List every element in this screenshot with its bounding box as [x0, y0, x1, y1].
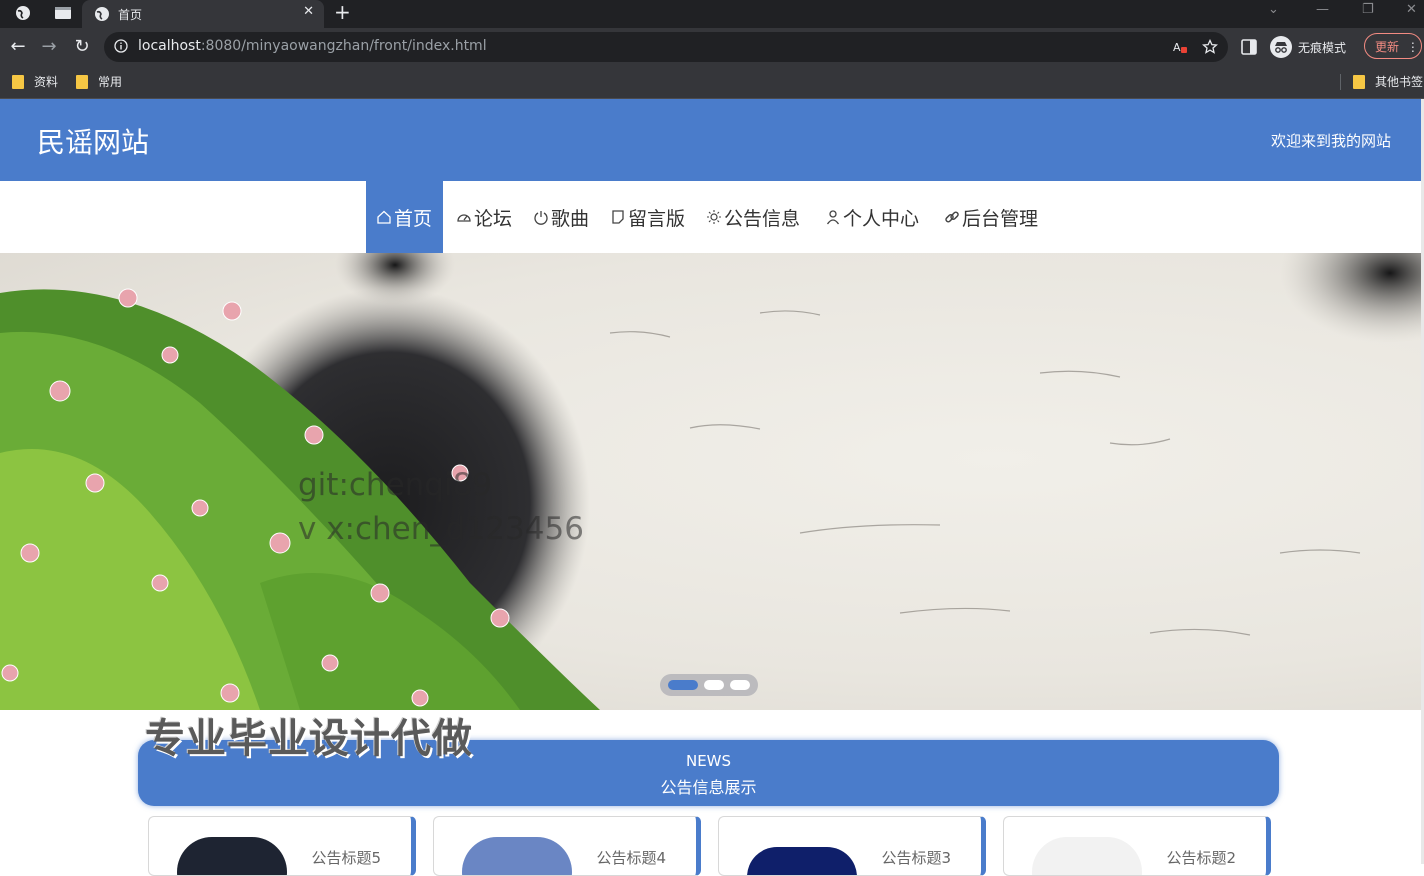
notice-card[interactable]: 公告标题2 — [1003, 816, 1271, 876]
nav-label: 留言版 — [628, 207, 686, 230]
nav-label: 后台管理 — [962, 207, 1039, 230]
back-arrow-icon[interactable]: ← — [7, 36, 29, 58]
bookmark-label: 资料 — [34, 75, 59, 89]
new-tab-plus-icon[interactable]: + — [334, 2, 351, 22]
home-icon — [377, 210, 391, 224]
info-icon[interactable] — [114, 39, 128, 53]
notice-card[interactable]: 公告标题5 — [148, 816, 416, 876]
other-bookmarks[interactable]: 其他书签 — [1353, 73, 1423, 90]
folder-icon — [12, 74, 24, 89]
folder-icon — [1353, 74, 1365, 89]
notice-title: 公告标题3 — [881, 849, 951, 867]
update-button[interactable]: 更新 ⋮ — [1364, 33, 1422, 59]
watermark-text: git:chenqi89 — [298, 467, 493, 503]
folder-icon — [76, 74, 88, 89]
nav-item-guestbook[interactable]: 留言版 — [610, 181, 685, 253]
sun-icon — [707, 210, 721, 224]
tab-search-icon[interactable] — [52, 3, 74, 23]
nav-item-notices[interactable]: 公告信息 — [706, 181, 800, 253]
notice-thumbnail — [747, 847, 857, 875]
window-close-icon[interactable]: ✕ — [1406, 2, 1417, 17]
site-header: 民谣网站 欢迎来到我的网站 — [0, 99, 1421, 181]
bookmark-label: 常用 — [98, 75, 123, 89]
nav-item-forum[interactable]: 论坛 — [456, 181, 512, 253]
side-panel-icon[interactable] — [1241, 39, 1257, 55]
notice-thumbnail — [1032, 837, 1142, 875]
incognito-icon — [1270, 36, 1292, 58]
bookmark-star-icon[interactable] — [1202, 39, 1218, 55]
globe-icon — [95, 7, 109, 21]
browser-tab-strip: 首页 ✕ + ⌄ — ❐ ✕ — [0, 0, 1424, 28]
banner-image — [0, 253, 1424, 710]
tab-title: 首页 — [118, 8, 143, 22]
address-bar[interactable]: localhost:8080/minyaowangzhan/front/inde… — [104, 32, 1228, 62]
update-label: 更新 — [1375, 40, 1400, 54]
close-icon[interactable]: ✕ — [303, 4, 314, 19]
notice-title: 公告标题5 — [311, 849, 381, 867]
nav-item-home[interactable]: 首页 — [366, 181, 443, 253]
power-icon — [534, 211, 548, 225]
user-icon — [826, 210, 840, 225]
svg-text:A: A — [1173, 41, 1181, 54]
incognito-profile[interactable]: 无痕模式 — [1270, 33, 1346, 61]
profile-name: 无痕模式 — [1298, 40, 1347, 55]
banner-carousel[interactable]: git:chenqi89 v x:chen_d123456 — [0, 253, 1424, 710]
nav-label: 个人中心 — [843, 207, 920, 230]
main-navigation: 首页 论坛 歌曲 留言版 公告信息 个人中心 后台管理 — [0, 181, 1424, 253]
note-icon — [612, 210, 624, 224]
forward-arrow-icon[interactable]: → — [38, 36, 60, 58]
overlay-ad-text: 专业毕业设计代做 — [145, 716, 473, 762]
carousel-dot-3[interactable] — [730, 680, 750, 690]
restore-icon[interactable]: ❐ — [1362, 2, 1374, 17]
minimize-icon[interactable]: — — [1316, 2, 1329, 17]
watermark-text: v x:chen_d123456 — [298, 511, 584, 547]
notice-card[interactable]: 公告标题3 — [718, 816, 986, 876]
more-menu-icon[interactable]: ⋮ — [1407, 40, 1419, 54]
nav-label: 首页 — [394, 207, 433, 230]
other-bookmarks-label: 其他书签 — [1375, 75, 1424, 89]
nav-item-profile[interactable]: 个人中心 — [825, 181, 919, 253]
nav-label: 公告信息 — [724, 207, 801, 230]
nav-label: 论坛 — [474, 207, 513, 230]
welcome-text: 欢迎来到我的网站 — [1270, 132, 1391, 150]
nav-item-admin[interactable]: 后台管理 — [944, 181, 1038, 253]
reload-icon[interactable]: ↻ — [71, 36, 93, 58]
nav-item-songs[interactable]: 歌曲 — [533, 181, 589, 253]
bookmark-folder-changyong[interactable]: 常用 — [76, 73, 122, 90]
carousel-indicators — [660, 674, 758, 696]
notice-thumbnail — [177, 837, 287, 875]
dashboard-icon — [457, 214, 471, 222]
nav-label: 歌曲 — [551, 207, 590, 230]
chevron-down-icon[interactable]: ⌄ — [1268, 2, 1279, 17]
carousel-dot-1[interactable] — [668, 680, 698, 690]
url-text[interactable]: localhost:8080/minyaowangzhan/front/inde… — [138, 38, 487, 54]
link-icon — [945, 211, 959, 223]
notice-card[interactable]: 公告标题4 — [433, 816, 701, 876]
notice-thumbnail — [462, 837, 572, 875]
notice-title: 公告标题4 — [596, 849, 666, 867]
bookmark-folder-ziliao[interactable]: 资料 — [12, 73, 58, 90]
news-heading-cn: 公告信息展示 — [660, 778, 757, 797]
notice-title: 公告标题2 — [1166, 849, 1236, 867]
carousel-dot-2[interactable] — [704, 680, 724, 690]
browser-toolbar: ← → ↻ localhost:8080/minyaowangzhan/fron… — [0, 28, 1424, 66]
translate-blocked-icon[interactable]: A — [1172, 39, 1188, 55]
globe-icon[interactable] — [12, 3, 34, 23]
tab-home[interactable]: 首页 ✕ — [82, 0, 324, 28]
bookmark-divider — [1340, 74, 1341, 90]
bookmarks-bar: 资料 常用 其他书签 — [0, 66, 1424, 99]
site-title: 民谣网站 — [37, 126, 150, 159]
